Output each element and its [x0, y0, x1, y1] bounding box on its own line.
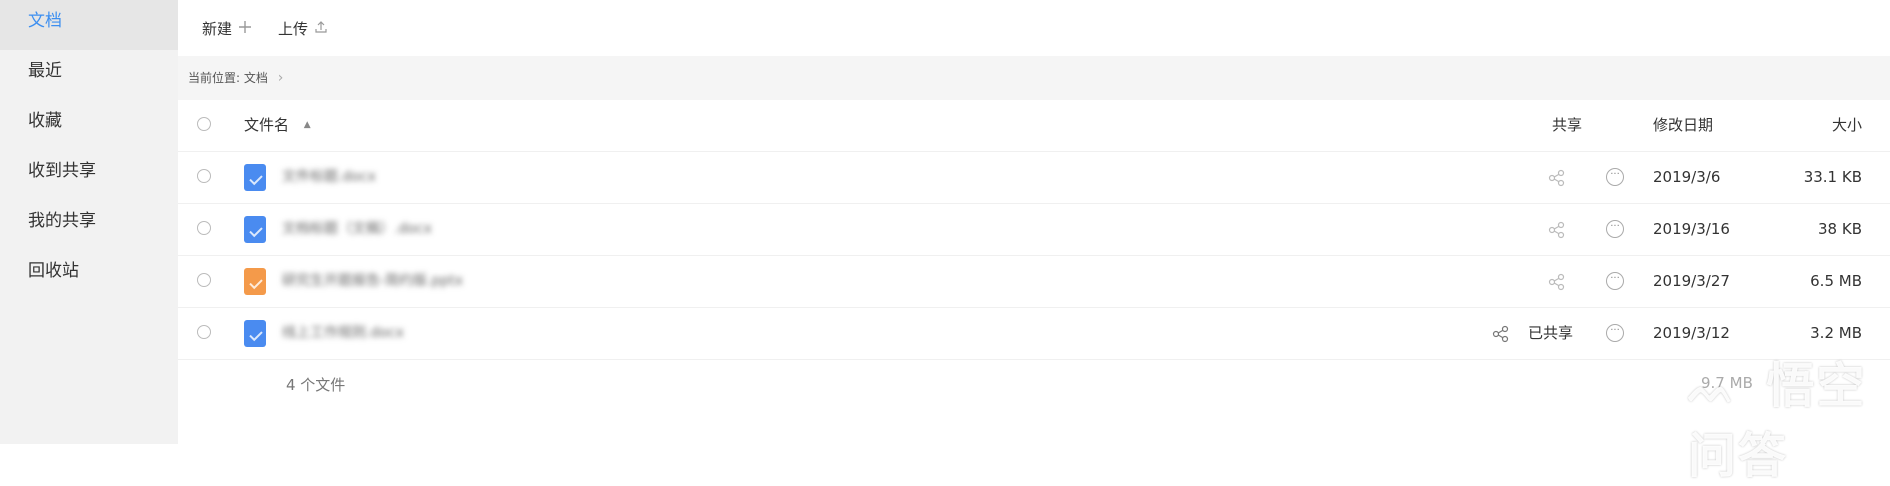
breadcrumb-prefix: 当前位置: [188, 71, 241, 85]
more-options-icon[interactable]: ··· [1606, 324, 1624, 342]
upload-icon [314, 18, 328, 39]
more-options-icon[interactable]: ··· [1606, 220, 1624, 238]
sidebar-item-documents[interactable]: 文档 [0, 0, 178, 50]
file-name[interactable]: 线上工作规则.docx [282, 308, 404, 359]
date-header[interactable]: 修改日期 [1653, 100, 1713, 151]
modified-date: 2019/3/27 [1653, 272, 1730, 290]
sidebar-item-my-shares[interactable]: 我的共享 [0, 200, 178, 250]
upload-label: 上传 [278, 19, 309, 38]
file-name[interactable]: 研究生开题报告-简约版.pptx [282, 256, 463, 307]
plus-icon [238, 18, 252, 39]
share-icon[interactable] [1491, 324, 1511, 344]
table-row[interactable]: 线上工作规则.docx 已共享 ··· 2019/3/12 3.2 MB [178, 308, 1890, 360]
row-checkbox[interactable] [197, 325, 211, 339]
new-button[interactable]: 新建 [202, 18, 252, 39]
shared-status: 已共享 [1528, 324, 1574, 342]
name-header-label: 文件名 [244, 116, 290, 134]
breadcrumb: 当前位置: 文档 › [178, 56, 1890, 100]
table-row[interactable]: 文档标题（文稿）.docx ··· 2019/3/16 38 KB [178, 204, 1890, 256]
row-checkbox[interactable] [197, 221, 211, 235]
file-size: 38 KB [1818, 220, 1862, 238]
upload-button[interactable]: 上传 [278, 18, 328, 39]
toolbar: 新建 上传 [178, 0, 1890, 56]
file-name[interactable]: 文档标题（文稿）.docx [282, 204, 432, 255]
share-icon[interactable] [1547, 168, 1567, 188]
sidebar-item-received-shares[interactable]: 收到共享 [0, 150, 178, 200]
sort-asc-icon[interactable]: ▲ [304, 120, 311, 130]
more-options-icon[interactable]: ··· [1606, 272, 1624, 290]
sidebar: 文档 最近 收藏 收到共享 我的共享 回收站 [0, 0, 178, 444]
file-size: 33.1 KB [1803, 168, 1862, 186]
breadcrumb-current[interactable]: 文档 [244, 71, 268, 85]
modified-date: 2019/3/16 [1653, 220, 1730, 238]
new-label: 新建 [202, 19, 233, 38]
select-all-checkbox[interactable] [197, 117, 211, 131]
wukong-logo-icon: ᨓ [1688, 366, 1738, 412]
size-header[interactable]: 大小 [1832, 100, 1862, 151]
doc-file-icon [244, 164, 266, 191]
doc-file-icon [244, 216, 266, 243]
doc-file-icon [244, 320, 266, 347]
row-checkbox[interactable] [197, 273, 211, 287]
sidebar-item-favorites[interactable]: 收藏 [0, 100, 178, 150]
row-checkbox[interactable] [197, 169, 211, 183]
share-icon[interactable] [1547, 220, 1567, 240]
file-name[interactable]: 文件标题.docx [282, 152, 376, 203]
presentation-file-icon [244, 268, 266, 295]
table-row[interactable]: 研究生开题报告-简约版.pptx ··· 2019/3/27 6.5 MB [178, 256, 1890, 308]
sidebar-item-recent[interactable]: 最近 [0, 50, 178, 100]
table-header: 文件名 ▲ 共享 修改日期 大小 [178, 100, 1890, 152]
sidebar-item-recycle-bin[interactable]: 回收站 [0, 250, 178, 300]
table-row[interactable]: 文件标题.docx ··· 2019/3/6 33.1 KB [178, 152, 1890, 204]
modified-date: 2019/3/6 [1653, 168, 1721, 186]
watermark: ᨓ 悟空问答 [1688, 346, 1890, 486]
share-icon[interactable] [1547, 272, 1567, 292]
file-count: 4 个文件 [286, 376, 346, 394]
name-header[interactable]: 文件名 ▲ [244, 100, 311, 151]
more-options-icon[interactable]: ··· [1606, 168, 1624, 186]
chevron-right-icon: › [277, 70, 284, 86]
main-panel: 新建 上传 当前位置: 文档 › 文件名 ▲ 共享 修改日期 大小 文件标题.d… [178, 0, 1890, 484]
file-size: 6.5 MB [1810, 272, 1862, 290]
share-header: 共享 [1552, 116, 1583, 134]
